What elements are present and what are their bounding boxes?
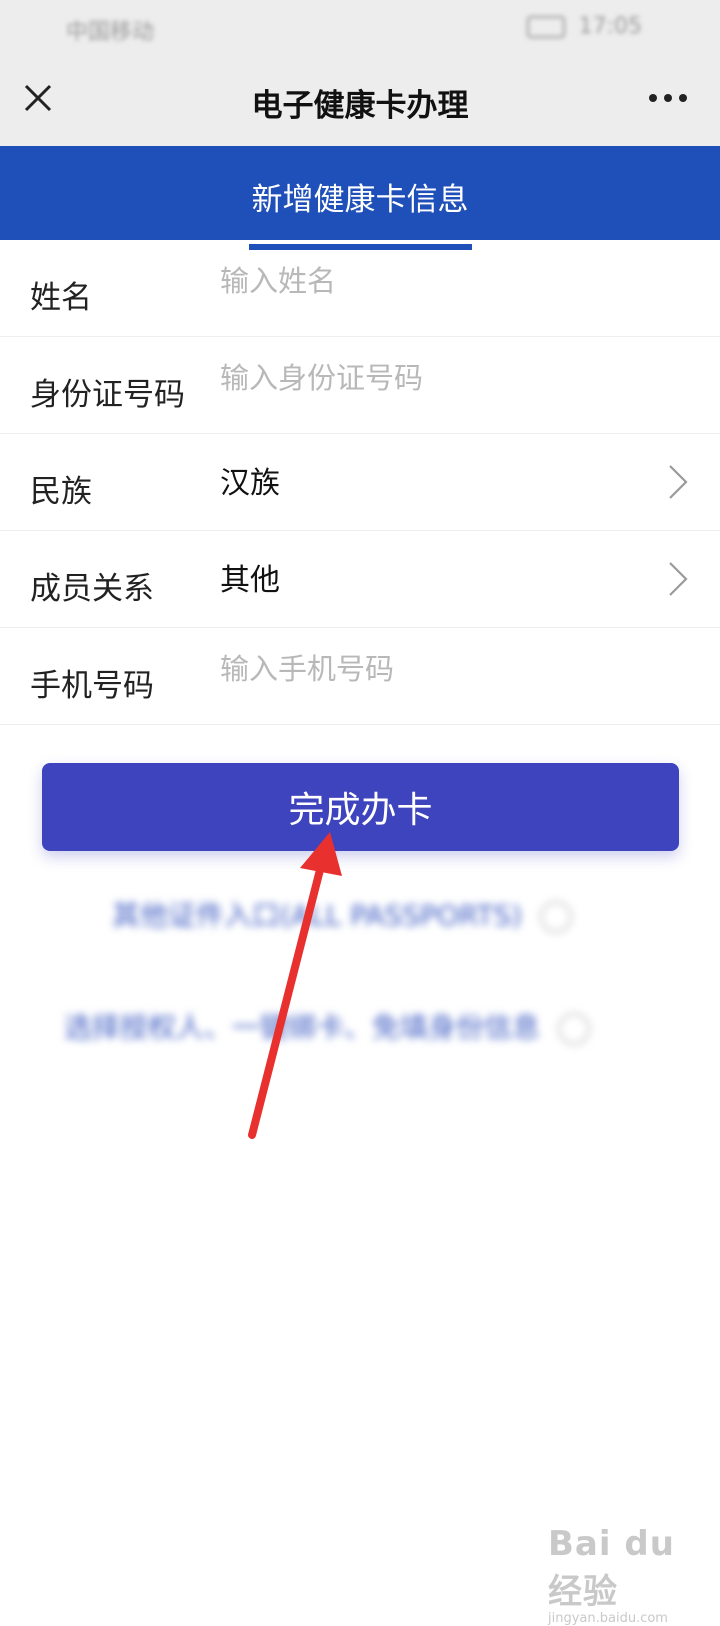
annotation-arrow bbox=[248, 832, 342, 1139]
watermark-url: jingyan.baidu.com bbox=[548, 1611, 668, 1626]
baidu-watermark: Bai du 经验 jingyan.baidu.com bbox=[548, 1524, 720, 1626]
